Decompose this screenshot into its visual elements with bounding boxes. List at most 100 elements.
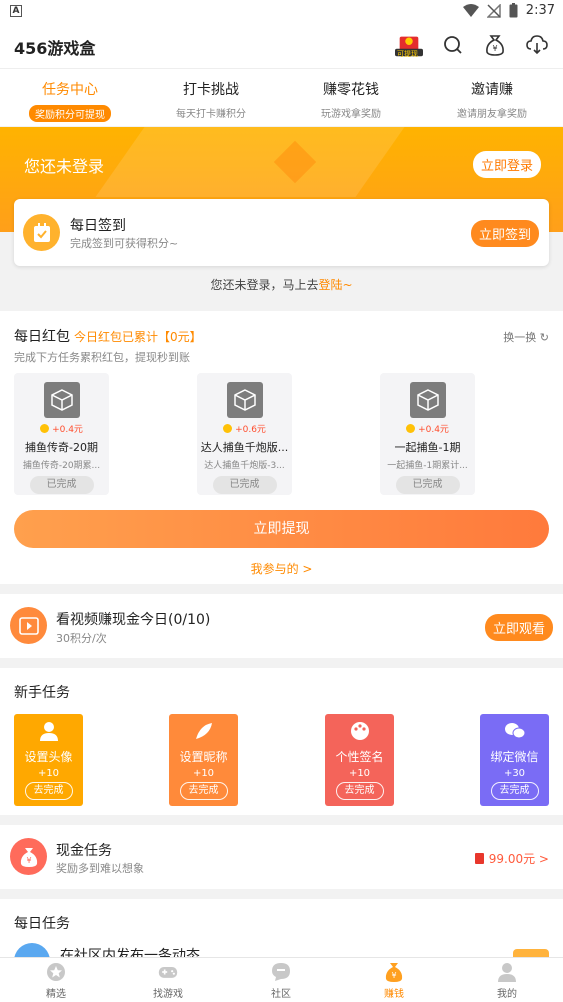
login-hint-text: 您还未登录，马上去 [210,278,319,292]
svg-text:¥: ¥ [391,971,396,980]
tab-subtitle: 玩游戏拿奖励 [321,109,381,120]
feather-icon [193,720,215,742]
video-task-title: 看视频赚现金今日(0/10) [56,612,211,628]
cash-reward: 99.00元 > [488,852,549,866]
download-cloud-icon[interactable] [525,33,549,57]
redpacket-title: 每日红包 [14,329,70,345]
search-icon[interactable] [441,33,465,57]
nav-label: 精选 [46,989,66,1000]
swap-button[interactable]: 换一换 ↻ [503,329,549,345]
signin-button[interactable]: 立即签到 [470,220,539,247]
game-icon [43,382,80,418]
daily-tasks-title: 每日任务 [14,916,70,932]
nav-item-mine[interactable]: 我的 [451,962,563,1000]
newbie-tasks-section: 新手任务 设置头像 +10 去完成 设置昵称 +10 去完成 个性签名 +10 … [0,668,563,815]
login-link[interactable]: 登陆~ [318,278,352,292]
redpacket-task-card[interactable]: +0.6元 达人捕鱼千炮版... 达人捕鱼千炮版-3... 已完成 [197,373,292,495]
tab-title: 任务中心 [42,82,98,98]
refresh-icon: ↻ [539,331,549,344]
coin-icon [406,424,416,433]
tab-title: 赚零花钱 [323,82,379,98]
task-status: 已完成 [395,476,460,494]
withdraw-button[interactable]: 立即提现 [14,510,549,548]
palette-icon [349,720,371,742]
tab-subtitle: 邀请朋友拿奖励 [457,109,527,120]
not-logged-in-text: 您还未登录 [24,157,105,176]
newbie-task-points: +30 [503,768,526,779]
newbie-task-title: 设置头像 [24,750,73,764]
nav-item-community[interactable]: 社区 [225,962,337,1000]
tab-invite[interactable]: 邀请赚 邀请朋友拿奖励 [422,79,562,120]
login-button[interactable]: 立即登录 [472,151,541,178]
newbie-task-avatar[interactable]: 设置头像 +10 去完成 [14,714,83,806]
app-title: 456游戏盒 [14,39,96,58]
task-name: 达人捕鱼千炮版... [200,441,289,454]
nav-label: 找游戏 [153,989,183,1000]
nav-item-earn[interactable]: ¥ 赚钱 [338,962,450,1000]
cash-task-desc: 奖励多到难以想象 [56,862,144,875]
no-signal-icon [486,3,501,18]
cash-task-row[interactable]: ¥ 现金任务 奖励多到难以想象 99.00元 > [0,825,563,889]
user-icon [38,720,60,742]
newbie-task-signature[interactable]: 个性签名 +10 去完成 [325,714,394,806]
login-hint: 您还未登录，马上去登陆~ [0,276,563,293]
tab-checkin-challenge[interactable]: 打卡挑战 每天打卡赚积分 [141,79,281,120]
coin-icon [223,424,233,433]
daily-signin-card: 每日签到 完成签到可获得积分~ 立即签到 [14,199,549,266]
app-header: 456游戏盒 可提现 ¥ [0,24,563,68]
game-icon [226,382,263,418]
profile-icon [497,962,517,982]
newbie-task-nickname[interactable]: 设置昵称 +10 去完成 [169,714,238,806]
go-complete-button[interactable]: 去完成 [24,782,73,800]
tab-pocket-money[interactable]: 赚零花钱 玩游戏拿奖励 [281,79,421,120]
nav-item-featured[interactable]: 精选 [0,962,112,1000]
task-status: 已完成 [212,476,277,494]
video-task-desc: 30积分/次 [56,632,107,645]
redpacket-task-card[interactable]: +0.4元 捕鱼传奇-20期 捕鱼传奇-20期累... 已完成 [14,373,109,495]
game-icon [409,382,446,418]
daily-redpacket-section: 每日红包 今日红包已累计【0元】 换一换 ↻ 完成下方任务累积红包，提现秒到账 … [0,311,563,584]
nav-label: 我的 [497,989,517,1000]
calendar-check-icon [23,214,60,251]
task-desc: 捕鱼传奇-20期累... [22,461,101,471]
star-icon [46,962,66,982]
swap-label: 换一换 [503,331,537,344]
nav-label: 赚钱 [384,989,404,1000]
tab-subtitle: 每天打卡赚积分 [176,109,246,120]
my-participated-link[interactable]: 我参与的 > [0,560,563,577]
tab-title: 打卡挑战 [183,82,239,98]
gamepad-icon [158,962,178,982]
newbie-task-points: +10 [348,768,371,779]
status-bar: A 2:37 [0,0,563,24]
go-complete-button[interactable]: 去完成 [490,782,539,800]
task-name: 捕鱼传奇-20期 [25,441,98,454]
newbie-task-title: 设置昵称 [179,750,228,764]
newbie-task-points: +10 [37,768,60,779]
signin-title: 每日签到 [70,218,126,234]
nav-item-find-games[interactable]: 找游戏 [112,962,224,1000]
go-complete-button[interactable]: 去完成 [179,782,228,800]
task-status: 已完成 [29,476,94,494]
coin-icon [40,424,50,433]
withdraw-gift-label: 可提现 [397,50,418,58]
task-amount: +0.4元 [52,425,83,435]
newbie-task-wechat[interactable]: 绑定微信 +30 去完成 [480,714,549,806]
newbie-task-title: 绑定微信 [490,750,539,764]
moneybag-icon: ¥ [384,962,404,982]
tab-subtitle: 奖励积分可提现 [29,105,111,122]
money-bag-icon[interactable]: ¥ [483,33,507,57]
nav-label: 社区 [271,989,291,1000]
red-envelope-icon [474,853,484,864]
watch-now-button[interactable]: 立即观看 [484,614,553,641]
task-name: 一起捕鱼-1期 [394,441,461,454]
app-indicator-icon: A [10,5,22,17]
redpacket-subtitle: 完成下方任务累积红包，提现秒到账 [14,351,190,364]
top-tabs: 任务中心 奖励积分可提现 打卡挑战 每天打卡赚积分 赚零花钱 玩游戏拿奖励 邀请… [0,68,563,126]
bottom-nav: 精选 找游戏 社区 ¥ 赚钱 我的 [0,957,563,1002]
redpacket-task-card[interactable]: +0.4元 一起捕鱼-1期 一起捕鱼-1期累计... 已完成 [380,373,475,495]
withdraw-gift-icon[interactable]: 可提现 [395,32,423,58]
tab-task-center[interactable]: 任务中心 奖励积分可提现 [0,79,140,122]
redpacket-accumulated: 今日红包已累计【0元】 [74,330,202,344]
go-complete-button[interactable]: 去完成 [335,782,384,800]
newbie-task-points: +10 [192,768,215,779]
